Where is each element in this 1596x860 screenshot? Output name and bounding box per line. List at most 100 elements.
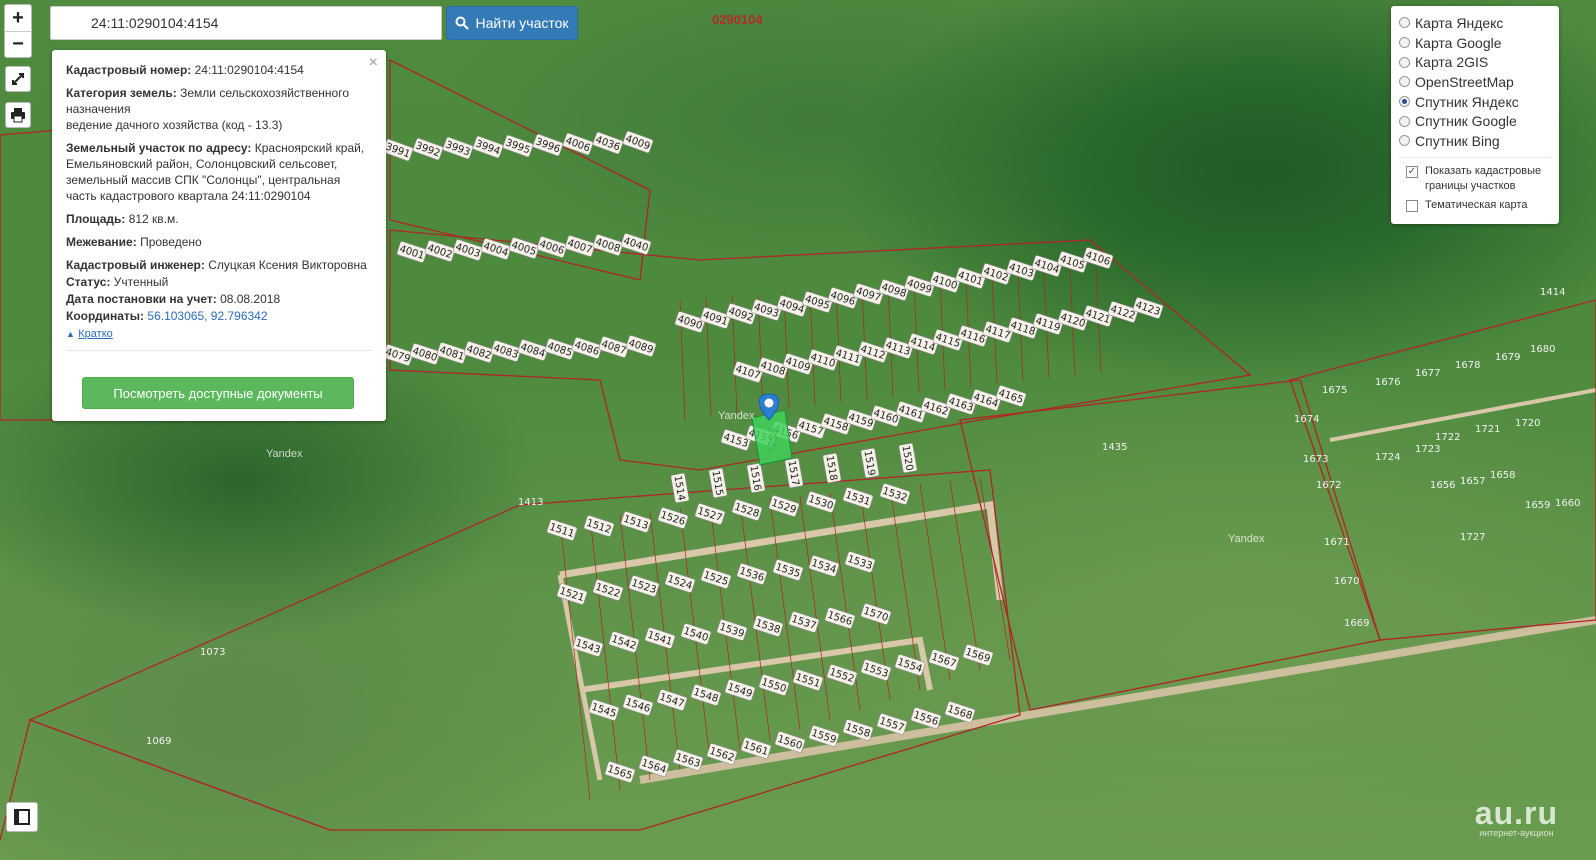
parcel-label[interactable]: 1560 <box>774 731 806 753</box>
layer-option[interactable]: Спутник Яндекс <box>1399 92 1551 112</box>
parcel-label[interactable]: 1535 <box>772 559 804 581</box>
parcel-label[interactable]: 4089 <box>625 335 657 357</box>
parcel-number[interactable]: 1671 <box>1324 537 1349 548</box>
parcel-label[interactable]: 4101 <box>955 267 986 289</box>
parcel-label[interactable]: 4001 <box>396 241 428 263</box>
short-view-link[interactable]: Кратко <box>78 328 113 340</box>
selected-parcel[interactable] <box>751 409 793 466</box>
parcel-number[interactable]: 1413 <box>518 497 543 508</box>
close-icon[interactable]: × <box>369 54 378 72</box>
bottom-panel-toggle-button[interactable] <box>6 802 38 832</box>
parcel-number[interactable]: 1656 <box>1430 480 1455 491</box>
parcel-label[interactable]: 1523 <box>628 575 660 597</box>
parcel-label[interactable]: 1561 <box>740 737 772 759</box>
parcel-label[interactable]: 1563 <box>672 749 704 771</box>
parcel-number[interactable]: 1073 <box>200 647 225 658</box>
parcel-label[interactable]: 1566 <box>824 607 856 629</box>
parcel-label[interactable]: 4158 <box>820 413 852 435</box>
parcel-label[interactable]: 4107 <box>732 361 764 383</box>
zoom-in-button[interactable]: + <box>5 5 31 31</box>
parcel-label[interactable]: 4005 <box>508 237 540 259</box>
parcel-label[interactable]: 3995 <box>502 134 534 158</box>
parcel-label[interactable]: 1531 <box>842 487 874 509</box>
parcel-label[interactable]: 1557 <box>876 713 908 735</box>
search-input[interactable]: 24:11:0290104:4154 <box>50 6 442 40</box>
parcel-label[interactable]: 4097 <box>853 283 884 305</box>
parcel-label[interactable]: 1519 <box>860 448 880 478</box>
parcel-number[interactable]: 1723 <box>1415 444 1440 455</box>
parcel-label[interactable]: 4099 <box>904 275 935 297</box>
parcel-label[interactable]: 4117 <box>982 321 1014 343</box>
parcel-label[interactable]: 1569 <box>962 644 994 666</box>
parcel-label[interactable]: 4080 <box>409 343 441 365</box>
parcel-number[interactable]: 1674 <box>1294 414 1319 425</box>
parcel-label[interactable]: 1553 <box>860 659 892 681</box>
parcel-label[interactable]: 1512 <box>583 515 615 537</box>
parcel-number[interactable]: 1435 <box>1102 442 1127 453</box>
parcel-label[interactable]: 4165 <box>995 385 1027 407</box>
parcel-number[interactable]: 1724 <box>1375 452 1400 463</box>
parcel-label[interactable]: 1541 <box>644 627 676 649</box>
parcel-label[interactable]: 4090 <box>674 311 706 333</box>
parcel-label[interactable]: 4164 <box>970 389 1002 411</box>
parcel-label[interactable]: 4108 <box>757 357 789 379</box>
parcel-label[interactable]: 3992 <box>412 137 444 161</box>
layer-option[interactable]: OpenStreetMap <box>1399 72 1551 92</box>
parcel-label[interactable]: 1536 <box>736 563 768 585</box>
parcel-number[interactable]: 1721 <box>1475 424 1500 435</box>
parcel-label[interactable]: 1552 <box>826 664 858 686</box>
parcel-label[interactable]: 1556 <box>910 707 942 729</box>
parcel-label[interactable]: 1515 <box>708 468 728 498</box>
layer-option[interactable]: Карта Яндекс <box>1399 13 1551 33</box>
parcel-label[interactable]: 4081 <box>436 342 468 364</box>
parcel-label[interactable]: 4008 <box>592 234 624 256</box>
parcel-label[interactable]: 4036 <box>592 131 624 155</box>
parcel-number[interactable]: 1669 <box>1344 618 1369 629</box>
parcel-number[interactable]: 1673 <box>1303 454 1328 465</box>
parcel-label[interactable]: 4085 <box>544 338 576 360</box>
parcel-number[interactable]: 1680 <box>1530 344 1555 355</box>
parcel-label[interactable]: 4106 <box>1082 247 1114 269</box>
parcel-number[interactable]: 1720 <box>1515 418 1540 429</box>
parcel-label[interactable]: 4157 <box>795 417 827 439</box>
parcel-label[interactable]: 1545 <box>588 699 620 721</box>
parcel-label[interactable]: 1568 <box>944 701 976 723</box>
find-parcel-button[interactable]: Найти участок <box>446 6 578 40</box>
parcel-number[interactable]: 1727 <box>1460 532 1485 543</box>
parcel-label[interactable]: 1548 <box>690 684 722 706</box>
parcel-label[interactable]: 1551 <box>792 669 824 691</box>
parcel-label[interactable]: 1539 <box>716 619 748 641</box>
parcel-label[interactable]: 4111 <box>832 345 864 367</box>
parcel-number[interactable]: 1658 <box>1490 470 1515 481</box>
parcel-number[interactable]: 1414 <box>1540 287 1565 298</box>
parcel-number[interactable]: 1069 <box>146 736 171 747</box>
parcel-label[interactable]: 1533 <box>844 551 876 573</box>
parcel-label[interactable]: 4123 <box>1132 297 1164 319</box>
parcel-label[interactable]: 1521 <box>556 583 588 605</box>
parcel-label[interactable]: 1530 <box>805 491 837 513</box>
parcel-label[interactable]: 4104 <box>1031 255 1063 277</box>
parcel-label[interactable]: 4096 <box>827 287 859 309</box>
parcel-label[interactable]: 4118 <box>1007 317 1039 339</box>
parcel-label[interactable]: 4006 <box>536 236 568 258</box>
parcel-label[interactable]: 1513 <box>620 511 652 533</box>
parcel-number[interactable]: 1675 <box>1322 385 1347 396</box>
coordinates-link[interactable]: 56.103065, 92.796342 <box>147 309 267 323</box>
parcel-label[interactable]: 1517 <box>784 458 804 488</box>
parcel-label[interactable]: 4086 <box>571 337 603 359</box>
parcel-label[interactable]: 4103 <box>1006 259 1037 281</box>
zoom-out-button[interactable]: − <box>5 31 31 57</box>
parcel-number[interactable]: 1659 <box>1525 500 1550 511</box>
parcel-label[interactable]: 4002 <box>424 240 456 262</box>
parcel-label[interactable]: 1567 <box>928 649 960 671</box>
parcel-number[interactable]: 1670 <box>1334 576 1359 587</box>
parcel-label[interactable]: 1524 <box>664 571 696 593</box>
show-borders-checkbox[interactable]: ✓ Показать кадастровые границы участков <box>1399 164 1551 194</box>
parcel-label[interactable]: 1562 <box>706 743 738 765</box>
view-documents-button[interactable]: Посмотреть доступные документы <box>82 377 354 409</box>
parcel-label[interactable]: 4102 <box>980 263 1012 285</box>
parcel-number[interactable]: 1660 <box>1555 498 1580 509</box>
parcel-label[interactable]: 4114 <box>907 333 939 355</box>
parcel-number[interactable]: 1678 <box>1455 360 1480 371</box>
parcel-label[interactable]: 1542 <box>608 631 640 653</box>
